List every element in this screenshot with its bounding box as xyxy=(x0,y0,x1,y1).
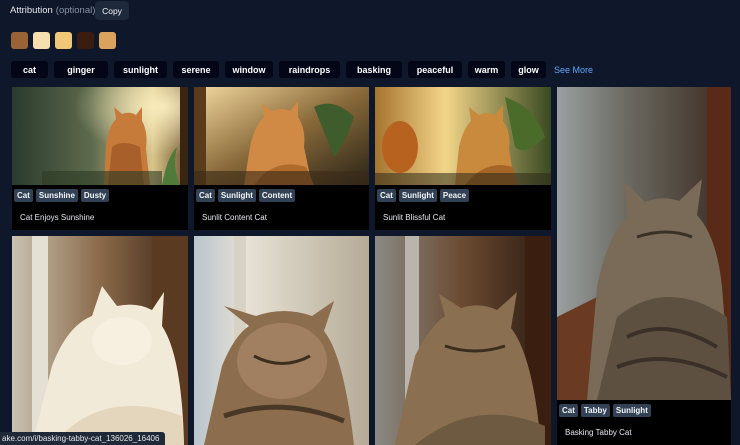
attribution-optional-label: (optional) xyxy=(55,5,96,16)
category-badge: Sunlight xyxy=(398,189,437,202)
color-swatch[interactable] xyxy=(33,32,50,49)
category-badge: Sunlight xyxy=(612,404,651,417)
color-swatch[interactable] xyxy=(11,32,28,49)
image-card[interactable] xyxy=(194,236,369,445)
status-bar-url: ake.com/i/basking-tabby-cat_136026_16406 xyxy=(0,432,166,445)
attribution-row: Attribution (optional) : xyxy=(10,1,98,20)
image-card[interactable]: Cat Tabby Sunlight Basking Tabby Cat xyxy=(557,87,731,445)
cat-photo[interactable] xyxy=(194,236,369,445)
color-swatch[interactable] xyxy=(99,32,116,49)
cat-photo[interactable] xyxy=(375,236,551,445)
badge-list: Cat Sunlight Peace xyxy=(377,189,472,202)
card-title: Sunlit Blissful Cat xyxy=(383,213,446,222)
tag-chip[interactable]: raindrops xyxy=(279,61,340,78)
card-title: Sunlit Content Cat xyxy=(202,213,267,222)
image-card[interactable] xyxy=(12,236,188,445)
cat-photo[interactable] xyxy=(557,87,731,400)
tag-chip[interactable]: ginger xyxy=(54,61,108,78)
tag-chip[interactable]: warm xyxy=(468,61,505,78)
badge-list: Cat Sunlight Content xyxy=(196,189,298,202)
cat-photo[interactable] xyxy=(12,236,188,445)
cat-photo[interactable] xyxy=(12,87,188,185)
badge-list: Cat Tabby Sunlight xyxy=(559,404,654,417)
cat-photo[interactable] xyxy=(194,87,369,185)
category-badge: Cat xyxy=(377,189,396,202)
attribution-label: Attribution xyxy=(10,5,53,16)
tag-chip[interactable]: glow xyxy=(511,61,546,78)
copy-button[interactable]: Copy xyxy=(95,1,129,20)
tag-chip[interactable]: basking xyxy=(346,61,402,78)
category-badge: Tabby xyxy=(580,404,610,417)
tag-chip[interactable]: window xyxy=(225,61,273,78)
category-badge: Sunshine xyxy=(35,189,78,202)
gallery-page: Attribution (optional) : Copy cat ginger… xyxy=(0,0,740,445)
see-more-link[interactable]: See More xyxy=(554,65,593,75)
category-badge: Dusty xyxy=(80,189,110,202)
color-swatch[interactable] xyxy=(77,32,94,49)
image-card[interactable] xyxy=(375,236,551,445)
tag-chip[interactable]: cat xyxy=(11,61,48,78)
card-title: Cat Enjoys Sunshine xyxy=(20,213,95,222)
cat-photo[interactable] xyxy=(375,87,551,185)
card-title: Basking Tabby Cat xyxy=(565,428,632,437)
category-badge: Peace xyxy=(439,189,470,202)
color-palette xyxy=(11,32,116,49)
tag-chip[interactable]: peaceful xyxy=(408,61,462,78)
category-badge: Cat xyxy=(14,189,33,202)
category-badge: Cat xyxy=(196,189,215,202)
tag-chip[interactable]: sunlight xyxy=(114,61,167,78)
category-badge: Sunlight xyxy=(217,189,256,202)
image-card[interactable]: Cat Sunlight Peace Sunlit Blissful Cat xyxy=(375,87,551,230)
category-badge: Cat xyxy=(559,404,578,417)
image-card[interactable]: Cat Sunshine Dusty Cat Enjoys Sunshine xyxy=(12,87,188,230)
color-swatch[interactable] xyxy=(55,32,72,49)
tag-chip[interactable]: serene xyxy=(173,61,219,78)
category-badge: Content xyxy=(258,189,296,202)
image-card[interactable]: Cat Sunlight Content Sunlit Content Cat xyxy=(194,87,369,230)
tag-list: cat ginger sunlight serene window raindr… xyxy=(11,61,593,78)
badge-list: Cat Sunshine Dusty xyxy=(14,189,112,202)
